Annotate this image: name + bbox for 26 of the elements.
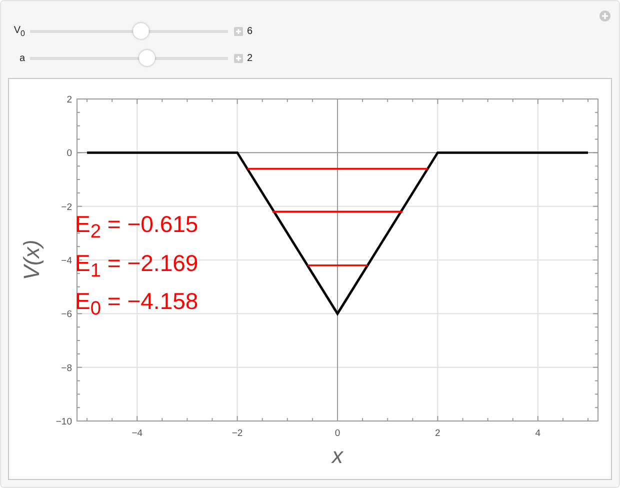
y-tick-label: 0 (66, 148, 72, 160)
x-tick-label: 4 (535, 428, 541, 439)
x-axis-label: x (332, 443, 343, 468)
y-tick-label: −2 (61, 202, 72, 213)
y-tick-label: −6 (61, 309, 72, 320)
slider-label: a (18, 52, 25, 64)
x-tick-label: −4 (132, 428, 143, 439)
y-tick-label: 2 (66, 94, 72, 106)
y-tick-label: −4 (61, 256, 72, 266)
energy-label: E$_{1}$ = −2.169 (75, 248, 198, 284)
energy-label: E$_{2}$ = −0.615 (75, 210, 198, 245)
energy-label: E$_{0}$ = −4.158 (75, 287, 198, 322)
plus-icon[interactable] (234, 26, 243, 36)
x-tick-label: 2 (435, 428, 440, 439)
y-tick-label: −8 (61, 362, 72, 374)
slider-value: 6 (247, 26, 253, 36)
x-tick-label: 0 (334, 428, 340, 439)
x-tick-label: −2 (232, 428, 243, 439)
y-axis-label: V(x) (19, 240, 44, 280)
slider-label: V$_{0}$ (12, 24, 25, 38)
slider-thumb[interactable] (132, 23, 149, 39)
y-tick-label: −10 (56, 416, 72, 428)
slider-thumb[interactable] (138, 50, 155, 66)
slider-value: 2 (247, 52, 253, 64)
plus-icon[interactable] (234, 54, 243, 62)
plus-circle-icon[interactable] (599, 10, 611, 22)
